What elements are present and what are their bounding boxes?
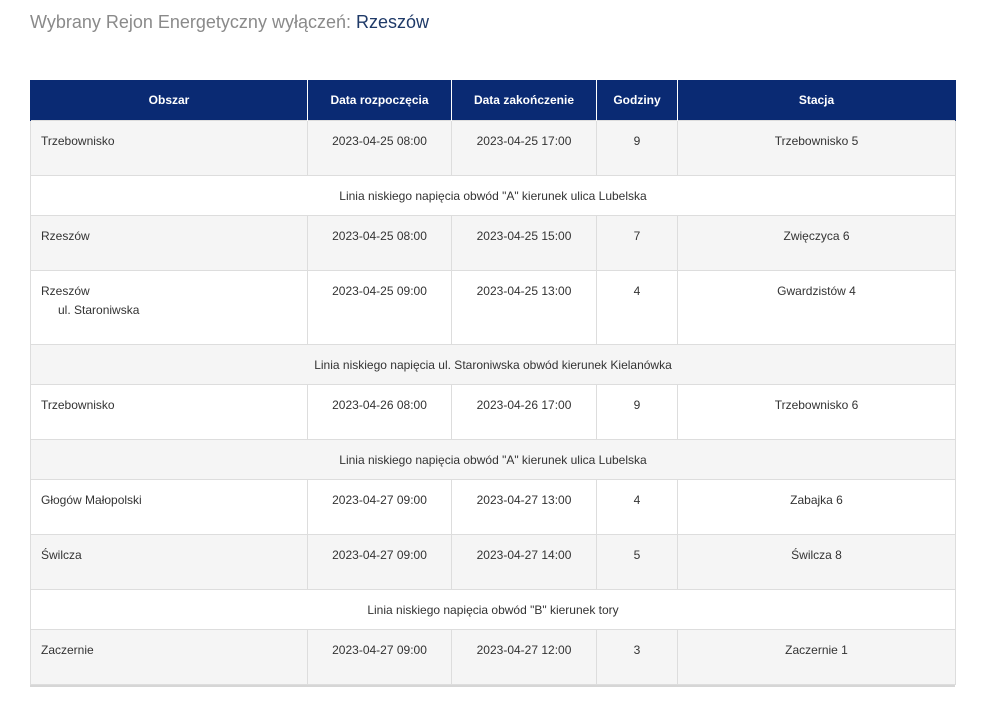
end-date-cell: 2023-04-25 15:00 [451, 215, 597, 271]
column-header-end-date: Data zakończenie [451, 80, 597, 121]
table-row: Rzeszów 2023-04-25 08:00 2023-04-25 15:0… [30, 215, 956, 271]
hours-cell: 5 [596, 534, 678, 590]
area-cell: Rzeszów [30, 215, 308, 271]
hours-cell: 4 [596, 479, 678, 535]
area-cell: Głogów Małopolski [30, 479, 308, 535]
end-date-cell: 2023-04-25 13:00 [451, 270, 597, 345]
area-cell: Trzebownisko [30, 120, 308, 176]
page-title: Wybrany Rejon Energetyczny wyłączeń: Rze… [30, 12, 429, 33]
station-cell: Świlcza 8 [677, 534, 956, 590]
start-date-cell: 2023-04-25 09:00 [307, 270, 452, 345]
hours-cell: 9 [596, 120, 678, 176]
end-date-cell: 2023-04-25 17:00 [451, 120, 597, 176]
hours-cell: 4 [596, 270, 678, 345]
table-row: Świlcza 2023-04-27 09:00 2023-04-27 14:0… [30, 534, 956, 590]
station-cell: Trzebownisko 6 [677, 384, 956, 440]
table-row: Głogów Małopolski 2023-04-27 09:00 2023-… [30, 479, 956, 535]
area-cell: Rzeszów ul. Staroniwska [30, 270, 308, 345]
note-row: Linia niskiego napięcia obwód "A" kierun… [30, 439, 956, 480]
area-cell: Zaczernie [30, 629, 308, 685]
column-header-hours: Godziny [596, 80, 678, 121]
line-note: Linia niskiego napięcia ul. Staroniwska … [30, 344, 956, 385]
table-row: Trzebownisko 2023-04-25 08:00 2023-04-25… [30, 120, 956, 176]
note-row: Linia niskiego napięcia ul. Staroniwska … [30, 344, 956, 385]
station-cell: Trzebownisko 5 [677, 120, 956, 176]
column-header-start-date: Data rozpoczęcia [307, 80, 452, 121]
end-date-cell: 2023-04-27 14:00 [451, 534, 597, 590]
hours-cell: 3 [596, 629, 678, 685]
station-cell: Zwięczyca 6 [677, 215, 956, 271]
table-row: Rzeszów ul. Staroniwska 2023-04-25 09:00… [30, 270, 956, 345]
area-cell: Świlcza [30, 534, 308, 590]
area-name: Rzeszów [41, 284, 90, 298]
outage-table-container: Obszar Data rozpoczęcia Data zakończenie… [30, 80, 956, 687]
outage-table: Obszar Data rozpoczęcia Data zakończenie… [30, 80, 956, 685]
start-date-cell: 2023-04-27 09:00 [307, 479, 452, 535]
line-note: Linia niskiego napięcia obwód "B" kierun… [30, 589, 956, 630]
area-street: ul. Staroniwska [58, 303, 140, 317]
area-cell: Trzebownisko [30, 384, 308, 440]
end-date-cell: 2023-04-26 17:00 [451, 384, 597, 440]
start-date-cell: 2023-04-26 08:00 [307, 384, 452, 440]
hours-cell: 7 [596, 215, 678, 271]
end-date-cell: 2023-04-27 12:00 [451, 629, 597, 685]
station-cell: Gwardzistów 4 [677, 270, 956, 345]
table-row: Zaczernie 2023-04-27 09:00 2023-04-27 12… [30, 629, 956, 685]
station-cell: Zaczernie 1 [677, 629, 956, 685]
hours-cell: 9 [596, 384, 678, 440]
column-header-station: Stacja [677, 80, 956, 121]
line-note: Linia niskiego napięcia obwód "A" kierun… [30, 175, 956, 216]
note-row: Linia niskiego napięcia obwód "A" kierun… [30, 175, 956, 216]
table-header-row: Obszar Data rozpoczęcia Data zakończenie… [30, 80, 956, 121]
line-note: Linia niskiego napięcia obwód "A" kierun… [30, 439, 956, 480]
start-date-cell: 2023-04-27 09:00 [307, 629, 452, 685]
page-title-prefix: Wybrany Rejon Energetyczny wyłączeń: [30, 12, 351, 32]
start-date-cell: 2023-04-25 08:00 [307, 215, 452, 271]
station-cell: Zabajka 6 [677, 479, 956, 535]
selected-region: Rzeszów [356, 12, 430, 32]
column-header-area: Obszar [30, 80, 308, 121]
end-date-cell: 2023-04-27 13:00 [451, 479, 597, 535]
start-date-cell: 2023-04-25 08:00 [307, 120, 452, 176]
start-date-cell: 2023-04-27 09:00 [307, 534, 452, 590]
table-row: Trzebownisko 2023-04-26 08:00 2023-04-26… [30, 384, 956, 440]
note-row: Linia niskiego napięcia obwód "B" kierun… [30, 589, 956, 630]
